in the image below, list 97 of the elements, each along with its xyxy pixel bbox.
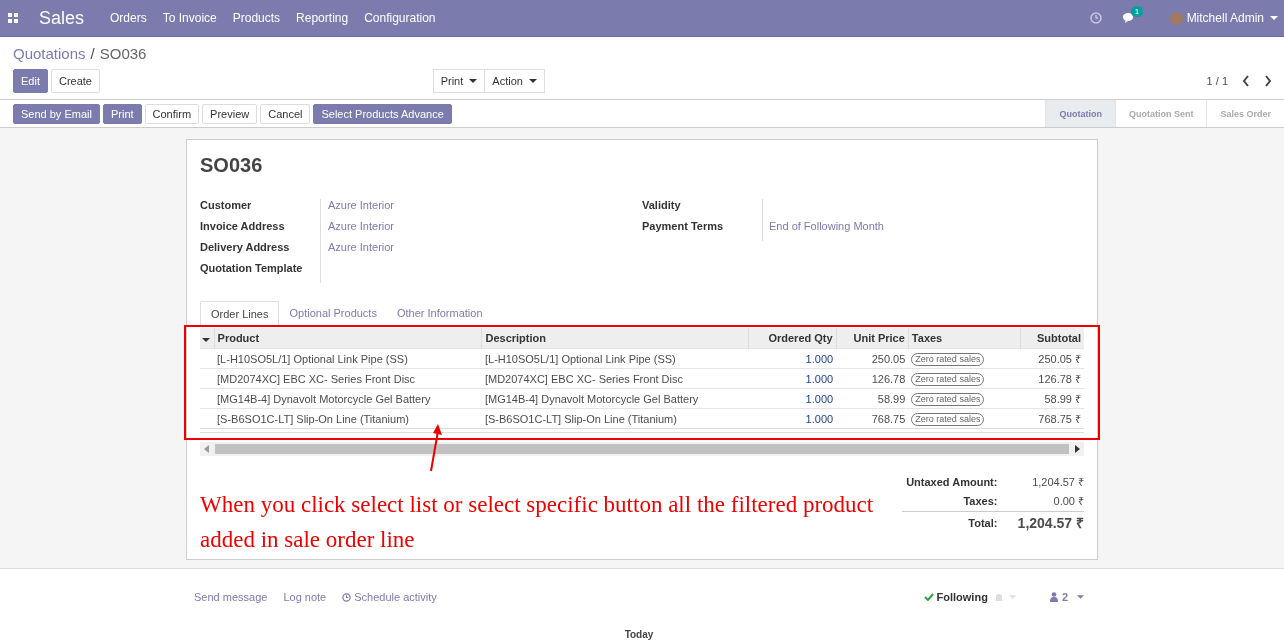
table-cell: 1.000 [748,368,837,389]
field-label: Quotation Template [200,262,304,276]
breadcrumb-link[interactable]: Quotations [13,45,86,62]
field-value-link[interactable]: Azure Interior [328,220,395,232]
table-cell: 1.000 [748,348,837,369]
field-label: Customer [200,199,253,213]
table-cell: 250.05 [836,348,909,369]
total-label: Untaxed Amount: [905,475,999,490]
table-cell: [MD2074XC] EBC XC- Series Front Disc [481,368,749,389]
caret-icon[interactable] [202,338,210,342]
statusbar-button[interactable]: Preview [202,103,258,124]
annotation-arrow [429,423,443,473]
table-cell: 1.000 [748,408,837,429]
scroll-right-icon[interactable] [1074,445,1080,453]
user-menu[interactable]: Mitchell Admin [1186,11,1264,25]
field-label: Payment Terms [642,220,725,234]
total-value: 1,204.57 ₹ [1031,475,1084,490]
table-cell: 250.05 ₹ [1020,348,1084,369]
form-button[interactable]: Edit [13,69,48,93]
statusbar-button[interactable]: Select Products Advance [313,103,452,124]
table-cell: [S-B6SO1C-LT] Slip-On Line (Titanium) [481,408,749,429]
menu-item[interactable]: Orders [110,11,147,25]
field-label: Validity [642,199,682,213]
breadcrumb-current: SO036 [99,45,147,62]
column-header[interactable]: Taxes [908,328,1021,349]
table-cell: 768.75 [836,408,909,429]
next-icon[interactable] [1264,75,1272,87]
pager-value: 1 / 1 [1206,75,1228,87]
statusbar-button[interactable]: Send by Email [13,103,100,124]
breadcrumb-separator: / [90,45,95,62]
status-step[interactable]: Quotation [1045,100,1115,127]
caret-icon [1008,595,1016,599]
status-step[interactable]: Quotation Sent [1114,100,1207,127]
app-name[interactable]: Sales [39,7,85,29]
caret-icon [1077,595,1084,599]
avatar-circle [1169,11,1183,25]
total-label: Taxes: [962,494,999,509]
date-separator: Today [623,629,655,641]
table-cell: [S-B6SO1C-LT] Slip-On Line (Titanium) [214,408,482,429]
chatter-link[interactable]: Send message [194,591,268,603]
field-value-link[interactable]: Azure Interior [328,199,395,211]
following-button[interactable]: Following [936,591,988,603]
previous-icon[interactable] [1242,75,1250,87]
menu-item[interactable]: Reporting [296,11,349,25]
horizontal-scrollbar[interactable] [200,442,1084,456]
field-label: Invoice Address [200,220,286,234]
record-title: SO036 [200,154,264,177]
field-value-link[interactable]: Azure Interior [328,241,395,253]
dropdown-button[interactable]: Action [485,69,545,93]
apps-grid-icon[interactable] [8,13,18,23]
menu-item[interactable]: To Invoice [162,11,217,25]
column-header[interactable]: Description [481,328,749,349]
check-icon [923,593,934,601]
column-header[interactable]: Ordered Qty [748,328,837,349]
status-step[interactable]: Sales Order [1206,100,1284,127]
total-value: 0.00 ₹ [1052,494,1084,509]
table-cell: [MG14B-4] Dynavolt Motorcycle Gel Battery [481,388,749,409]
user-icon [1049,592,1058,602]
table-cell: [L-H10SO5L/1] Optional Link Pipe (SS) [481,348,749,369]
table-cell: 126.78 [836,368,909,389]
table-cell: [MD2074XC] EBC XC- Series Front Disc [214,368,482,389]
chat-icon[interactable] [1121,12,1136,24]
menu-item[interactable]: Products [232,11,281,25]
message-count-badge: 1 [1130,6,1144,17]
annotation-text: When you click select list or select specific button all the filtered product added in sale order line [200,491,875,554]
column-header[interactable]: Product [214,328,482,349]
caret-icon [469,79,478,83]
scroll-left-icon[interactable] [204,445,210,453]
caret-icon [528,79,537,83]
dropdown-button[interactable]: Print [432,69,486,93]
followers-count[interactable]: 2 [1061,591,1068,603]
table-cell: 58.99 ₹ [1020,388,1084,409]
table-cell: 58.99 [836,388,909,409]
chatter-link[interactable]: Schedule activity [342,591,437,603]
field-value-link[interactable]: End of Following Month [769,220,884,232]
table-cell: 126.78 ₹ [1020,368,1084,389]
total-value: 1,204.57 ₹ [1013,511,1084,533]
table-cell: 768.75 ₹ [1020,408,1084,429]
total-label: Total: [902,511,1014,533]
table-cell: [MG14B-4] Dynavolt Motorcycle Gel Battery [214,388,482,409]
menu-item[interactable]: Configuration [364,11,436,25]
notebook-tab[interactable]: Order Lines [200,301,280,326]
table-cell: 1.000 [748,388,837,409]
notebook-tab[interactable]: Other Information [386,301,493,325]
statusbar-button[interactable]: Confirm [144,103,200,124]
caret-icon [1270,16,1278,20]
column-header[interactable]: Subtotal [1020,328,1084,349]
column-header[interactable]: Unit Price [836,328,909,349]
notebook-tab[interactable]: Optional Products [279,301,387,325]
statusbar-button[interactable]: Cancel [260,103,311,124]
field-label: Delivery Address [200,241,291,255]
clock-icon [342,592,352,602]
clock-icon[interactable] [1089,12,1102,24]
form-button[interactable]: Create [50,69,100,93]
table-cell: [L-H10SO5L/1] Optional Link Pipe (SS) [214,348,482,369]
statusbar-button[interactable]: Print [102,103,142,124]
chatter-link[interactable]: Log note [283,591,327,603]
